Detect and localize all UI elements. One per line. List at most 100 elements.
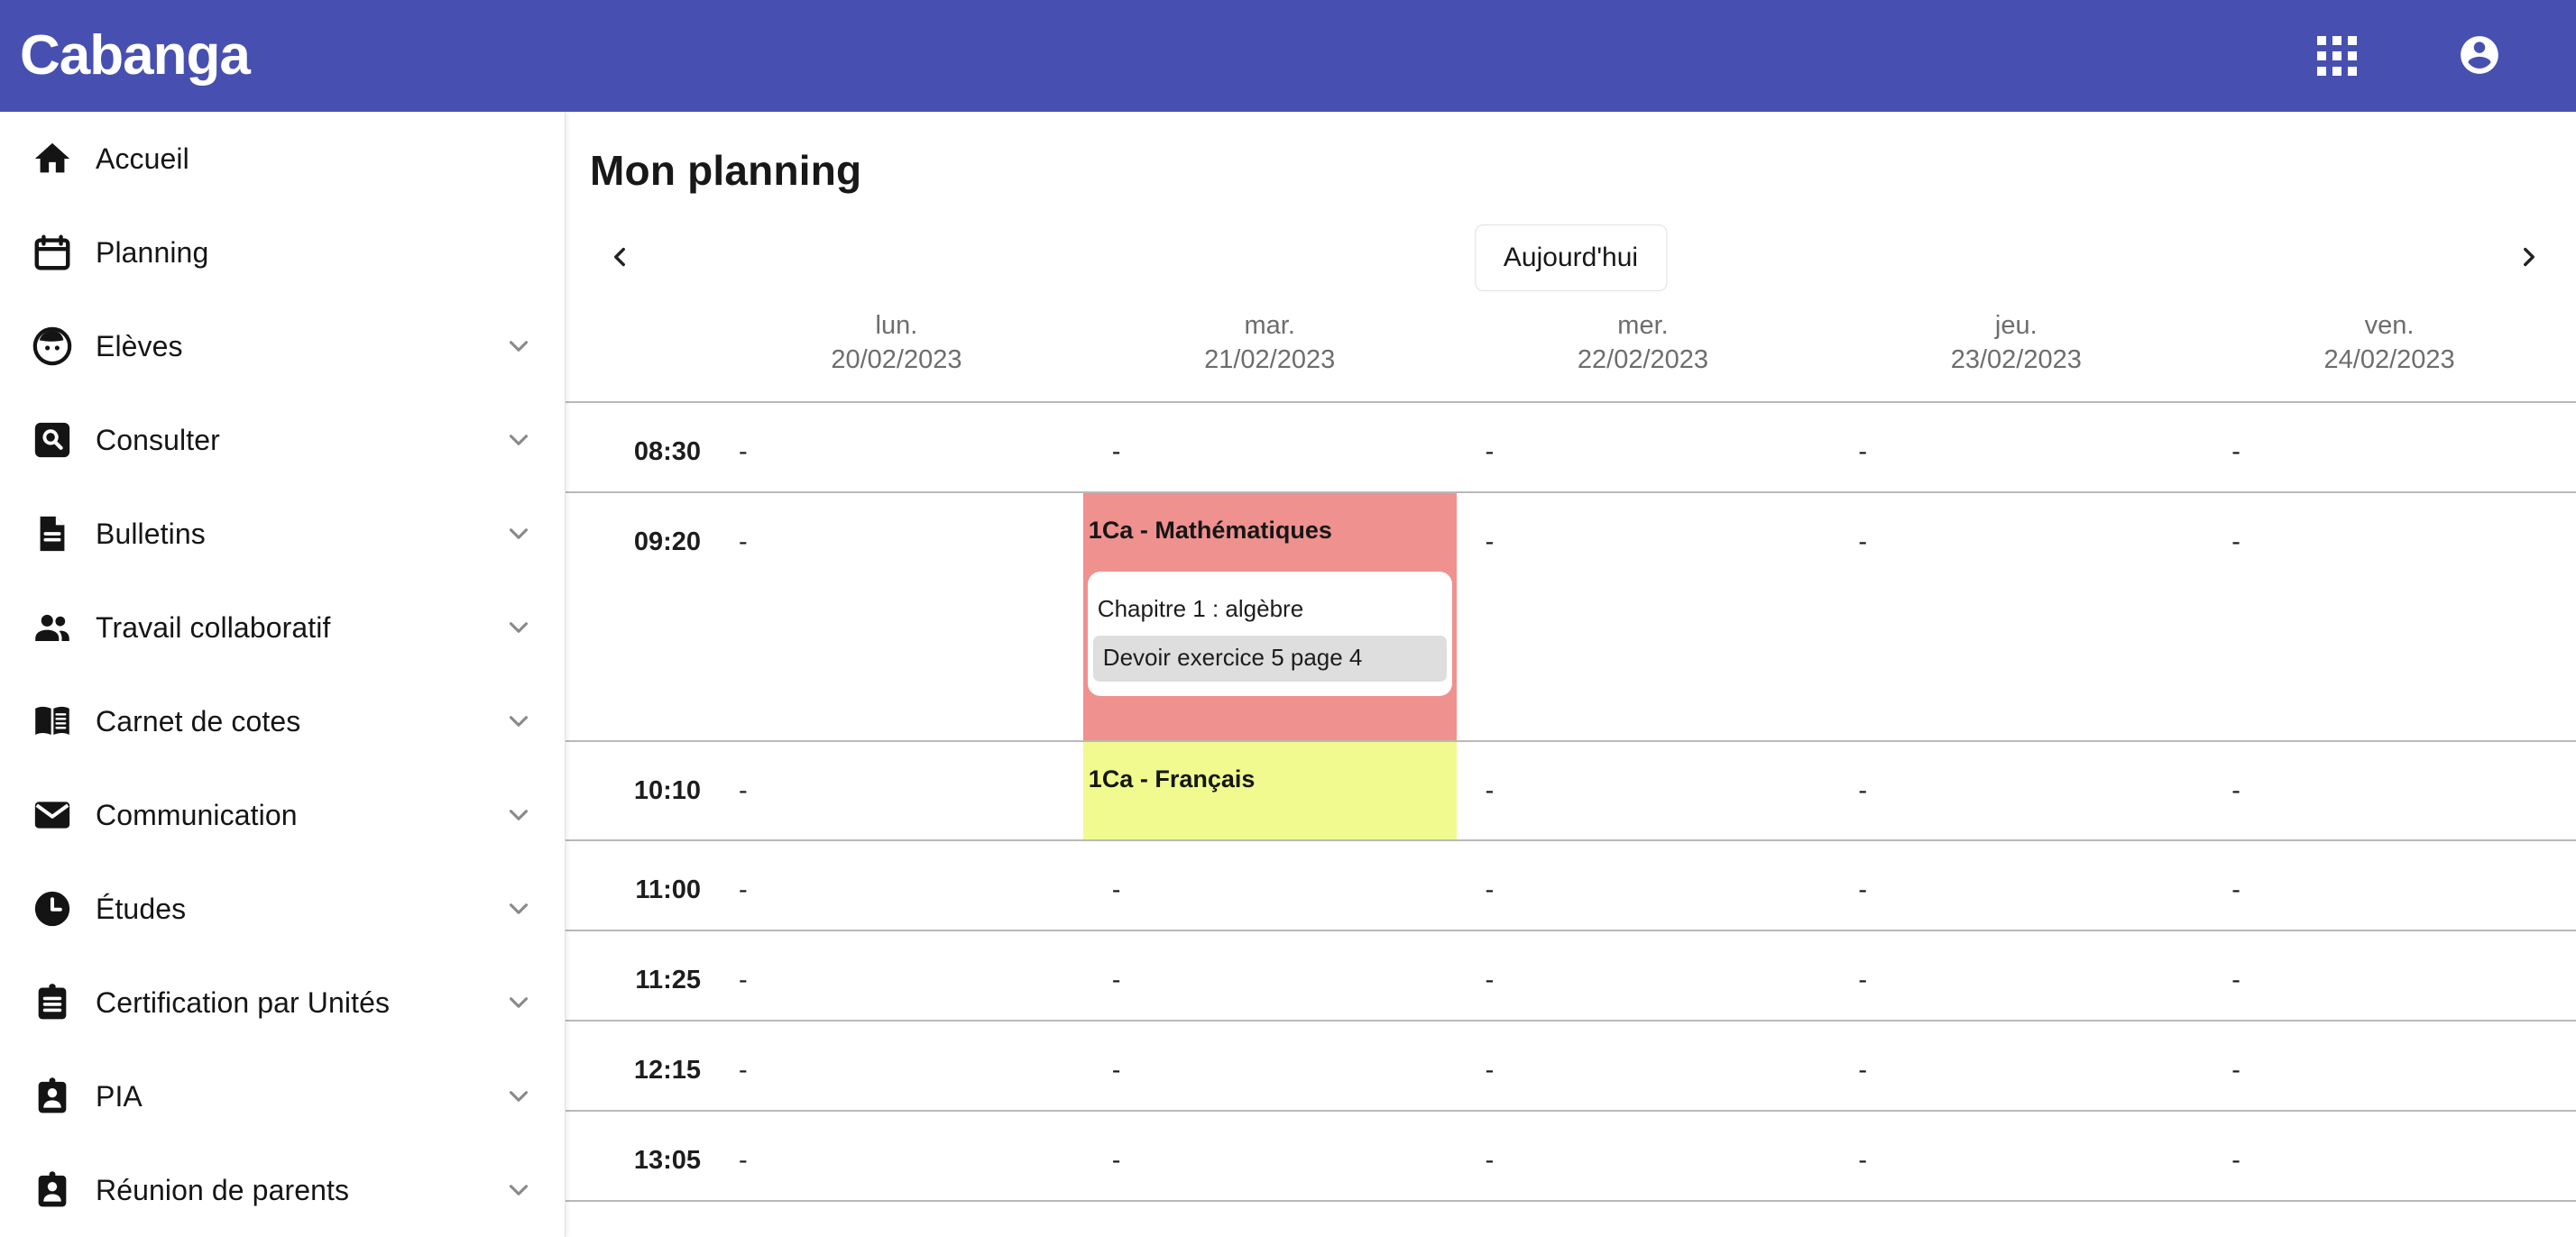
calendar-cell[interactable]: - <box>1829 841 2203 930</box>
calendar-cell[interactable]: - <box>1457 403 1830 491</box>
sidebar-item-label: Accueil <box>96 142 189 175</box>
day-header-weekday: mer. <box>1617 311 1669 340</box>
calendar-cell[interactable]: - <box>2203 841 2576 930</box>
sidebar-item-el-ves[interactable]: Elèves <box>0 299 565 393</box>
calendar-cell[interactable]: - <box>710 493 1083 740</box>
calendar-cell[interactable]: - <box>710 841 1083 930</box>
sidebar-item-communication[interactable]: Communication <box>0 768 565 862</box>
sidebar-item-label: Réunion de parents <box>96 1173 350 1206</box>
sidebar-item-carnet-de-cotes[interactable]: Carnet de cotes <box>0 674 565 768</box>
calendar-cell[interactable]: - <box>1829 1202 2203 1237</box>
calendar-cell[interactable]: - <box>1457 742 1830 839</box>
calendar-cell[interactable]: - <box>710 1112 1083 1200</box>
chevron-down-icon[interactable] <box>503 1081 534 1112</box>
row-time-label: 11:00 <box>635 875 701 904</box>
calendar-cell[interactable]: - <box>2203 1202 2576 1237</box>
calendar-cell[interactable]: - <box>710 1022 1083 1110</box>
chevron-down-icon[interactable] <box>503 1175 534 1205</box>
calendar-cell-empty-marker: - <box>1858 436 1868 466</box>
chevron-down-icon[interactable] <box>503 800 534 830</box>
calendar-grid-body: 08:30- - - - -09:20-1Ca - Mathématiques Chapi… <box>566 403 2576 1237</box>
calendar-cell[interactable]: - <box>1457 931 1830 1020</box>
calendar-toolbar: Aujourd'hui <box>566 215 2576 301</box>
today-button[interactable]: Aujourd'hui <box>1474 224 1668 291</box>
next-week-button[interactable] <box>2498 226 2561 289</box>
sidebar-item-bulletins[interactable]: Bulletins <box>0 487 565 581</box>
chevron-down-icon[interactable] <box>503 706 534 737</box>
calendar-cell[interactable]: - <box>710 931 1083 1020</box>
calendar-cell[interactable]: - <box>1829 403 2203 491</box>
calendar-cell[interactable]: - <box>1829 1112 2203 1200</box>
calendar-cell[interactable]: - <box>1083 841 1457 930</box>
sidebar-item-certification-par-unit-s[interactable]: Certification par Unités <box>0 956 565 1049</box>
calendar-cell-empty-marker: - <box>2231 527 2240 556</box>
calendar-cell[interactable]: - <box>1829 742 2203 839</box>
calendar-cell[interactable]: - <box>1457 493 1830 740</box>
calendar-cell-empty-marker: - <box>739 775 748 805</box>
chevron-down-icon[interactable] <box>503 987 534 1018</box>
topbar-actions <box>2307 26 2509 86</box>
day-header-date: 22/02/2023 <box>1577 345 1709 375</box>
calendar-cell[interactable]: 1Ca - Mathématiques Chapitre 1 : algèbre D… <box>1082 492 1457 740</box>
row-time-label: 12:15 <box>633 1055 701 1085</box>
sidebar-item-r-union-de-parents[interactable]: Réunion de parents <box>0 1143 565 1237</box>
day-header-mer: mer. 22/02/2023 <box>1457 308 1830 401</box>
calendar-cell[interactable]: - <box>1457 1022 1830 1110</box>
calendar-cell[interactable]: 1Ca - Français <box>1082 741 1457 839</box>
calendar-cell[interactable]: - <box>1083 1202 1457 1237</box>
calendar-cell[interactable]: - <box>1083 931 1457 1020</box>
calendar-row: 10:10 - 1Ca - Français - - - <box>566 741 2576 841</box>
apps-grid-button[interactable] <box>2307 26 2367 86</box>
calendar-cell[interactable]: - <box>710 742 1083 839</box>
calendar-cell[interactable]: - <box>2203 1112 2576 1200</box>
calendar-event-note: Chapitre 1 : algèbre <box>1097 594 1304 622</box>
calendar-cell[interactable]: - <box>1457 1112 1830 1200</box>
calendar-row: 12:15 - - - - - <box>566 1022 2576 1112</box>
chevron-down-icon[interactable] <box>503 612 534 643</box>
sidebar-item-label: Certification par Unités <box>96 985 391 1019</box>
calendar-cell-empty-marker: - <box>1485 1055 1495 1085</box>
account-button[interactable] <box>2450 26 2509 86</box>
time-column-spacer <box>566 308 710 401</box>
calendar-cell-empty-marker: - <box>1485 527 1495 556</box>
sidebar-item-accueil[interactable]: Accueil <box>0 112 565 206</box>
calendar-cell[interactable]: - <box>2203 931 2576 1020</box>
calendar-cell[interactable]: - <box>1829 1022 2203 1110</box>
calendar-cell[interactable]: - <box>1829 931 2203 1020</box>
row-time-label: 10:10 <box>633 775 701 805</box>
clipboard-icon <box>27 977 78 1028</box>
sidebar[interactable]: Accueil Planning Elèves Consulter Bulletins T… <box>0 112 566 1237</box>
calendar-event-title: 1Ca - Mathématiques <box>1088 516 1332 544</box>
calendar-cell[interactable]: - <box>1829 493 2203 740</box>
calendar-cell[interactable]: - <box>2203 493 2576 740</box>
calendar-cell[interactable]: - <box>2203 1022 2576 1110</box>
chevron-down-icon[interactable] <box>503 893 534 924</box>
sidebar-item-travail-collaboratif[interactable]: Travail collaboratif <box>0 581 565 674</box>
calendar-cell[interactable]: - <box>2203 403 2576 491</box>
chevron-down-icon[interactable] <box>503 331 534 362</box>
chevron-down-icon[interactable] <box>503 518 534 549</box>
calendar-cell[interactable]: - <box>1457 841 1830 930</box>
sidebar-item-consulter[interactable]: Consulter <box>0 393 565 487</box>
sidebar-item-label: Études <box>96 892 187 925</box>
calendar-cell[interactable]: - <box>710 403 1083 491</box>
calendar-cell[interactable]: - <box>1083 403 1457 491</box>
sidebar-item-planning[interactable]: Planning <box>0 206 565 299</box>
calendar-row: 13:45----- <box>566 1202 2576 1237</box>
calendar-cell[interactable]: - <box>710 1202 1083 1237</box>
calendar-cell[interactable]: - <box>1457 1202 1830 1237</box>
day-header-date: 23/02/2023 <box>1950 345 2082 375</box>
app-logo[interactable]: Cabanga <box>20 28 251 84</box>
calendar-cell[interactable]: - <box>2203 742 2576 839</box>
calendar-event[interactable]: 1Ca - Mathématiques Chapitre 1 : algèbre D… <box>1082 492 1457 740</box>
calendar-cell[interactable]: - <box>1083 1022 1457 1110</box>
calendar-event-homework[interactable]: Devoir exercice 5 page 4 <box>1092 635 1447 682</box>
sidebar-item-pia[interactable]: PIA <box>0 1049 565 1143</box>
calendar-cell[interactable]: - <box>1083 1112 1457 1200</box>
calendar-event-detail-card[interactable]: Chapitre 1 : algèbre Devoir exercice 5 pa… <box>1087 571 1452 696</box>
sidebar-item-tudes[interactable]: Études <box>0 862 565 956</box>
prev-week-button[interactable] <box>588 226 651 289</box>
chevron-down-icon[interactable] <box>503 425 534 455</box>
calendar-cell-empty-marker: - <box>739 1145 748 1175</box>
calendar-event[interactable]: 1Ca - Français <box>1082 741 1457 839</box>
